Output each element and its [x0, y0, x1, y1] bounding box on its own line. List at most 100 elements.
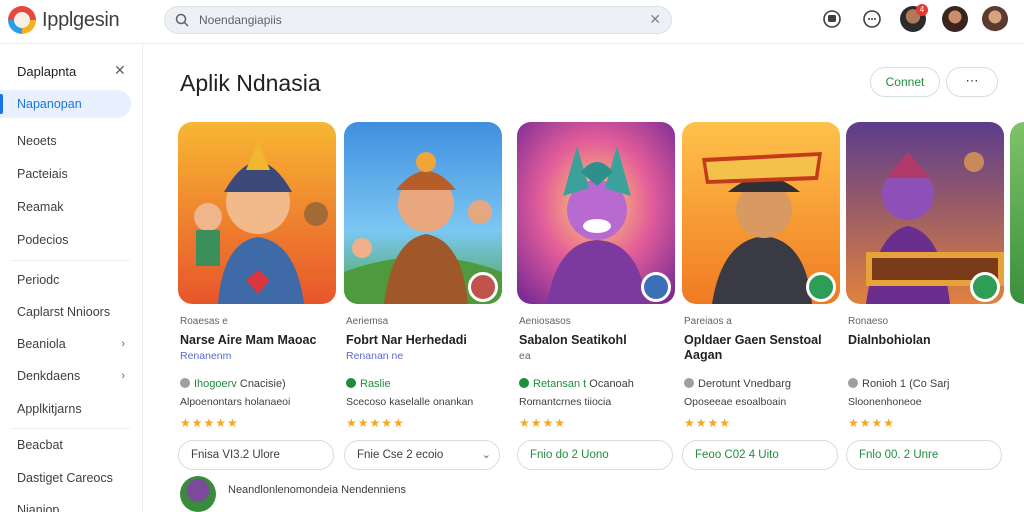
search-value: Noendangiapiis — [199, 13, 282, 27]
rating-stars: ★★★★ — [519, 416, 567, 430]
app-thumbnail-partial[interactable] — [1010, 122, 1024, 304]
sidebar-item-label: Neoets — [17, 134, 57, 148]
sidebar-item-reamak[interactable]: Reamak — [0, 193, 131, 221]
sidebar-item-pacteiais[interactable]: Pacteiais — [0, 160, 131, 188]
sidebar-item-applkitjarns[interactable]: Applkitjarns — [0, 395, 131, 423]
sidebar-divider — [12, 260, 130, 261]
app-developer: Roaesas e — [180, 316, 228, 327]
user-avatar-3[interactable] — [982, 6, 1008, 32]
rating-stars: ★★★★★ — [180, 416, 239, 430]
chat-icon[interactable] — [862, 9, 882, 29]
connect-button[interactable]: Connet — [870, 67, 940, 97]
sidebar-divider — [12, 428, 130, 429]
category-icon — [519, 378, 529, 388]
app-category: Ihogoerv Cnacisie) — [180, 378, 286, 390]
sidebar-item-beaniola[interactable]: Beaniola › — [0, 330, 131, 358]
app-name: Ipplgesin — [42, 9, 120, 31]
app-card[interactable]: Ronaeso Dialnbohiolan Ronioh 1 (Co Sarj … — [846, 120, 1004, 470]
sidebar-item-label: Denkdaens — [17, 369, 81, 383]
install-button[interactable]: Fnio do 2 Uono — [517, 440, 673, 470]
sidebar-item-neoets[interactable]: Neoets — [0, 127, 131, 155]
app-title[interactable]: Narse Aire Mam Maoac — [180, 333, 334, 348]
clear-icon[interactable]: ✕ — [649, 11, 661, 28]
sidebar-item-denkdaens[interactable]: Denkdaens › — [0, 362, 131, 390]
page-title: Aplik Ndnasia — [180, 70, 321, 96]
main-content: Aplik Ndnasia Connet ⋯ Roaesas e Narse A… — [144, 44, 1024, 512]
footer-caption: Neandlonlenomondeia Nendenniens — [228, 484, 406, 496]
app-category: Retansan t Ocanoah — [519, 378, 634, 390]
rating-stars: ★★★★★ — [346, 416, 405, 430]
game-badge-icon — [468, 272, 498, 302]
game-badge-icon — [641, 272, 671, 302]
app-description: Alpoenontars holanaeoi — [180, 396, 291, 408]
search-icon — [175, 13, 189, 27]
sidebar-item-beacbat[interactable]: Beacbat — [0, 431, 131, 459]
category-icon — [180, 378, 190, 388]
user-avatar-2[interactable] — [942, 6, 968, 32]
app-thumbnail[interactable] — [178, 122, 336, 304]
sidebar-item-label: Pacteiais — [17, 167, 68, 181]
app-category: Raslie — [346, 378, 391, 390]
app-description: Oposeeae esoalboain — [684, 396, 787, 408]
app-description: Scecoso kaselalle onankan — [346, 396, 474, 408]
category-icon — [848, 378, 858, 388]
sidebar-item-podecios[interactable]: Podecios — [0, 226, 131, 254]
app-developer: Aeriemsa — [346, 316, 389, 327]
sidebar-heading: Daplapnta — [17, 64, 77, 79]
chevron-down-icon: ⌄ — [481, 449, 491, 461]
app-description: Romantcrnes tiiocia — [519, 396, 612, 408]
app-card[interactable]: Pareiaos a Opldaer Gaen Senstoal Aagan D… — [682, 120, 840, 470]
app-subtitle: ea — [519, 350, 531, 362]
sidebar-item-napanopan[interactable]: Napanopan — [0, 90, 131, 118]
app-developer: Ronaeso — [848, 316, 889, 327]
app-developer: Aeniosasos — [519, 316, 571, 327]
app-category: Ronioh 1 (Co Sarj — [848, 378, 949, 390]
sidebar-item-label: Periodc — [17, 273, 60, 287]
app-developer: Pareiaos a — [684, 316, 732, 327]
sidebar-item-label: Applkitjarns — [17, 402, 82, 416]
sidebar-item-label: Beacbat — [17, 438, 63, 452]
sidebar-item-dastiget[interactable]: Dastiget Careocs — [0, 464, 131, 492]
category-icon — [346, 378, 356, 388]
search-input[interactable]: Noendangiapiis ✕ — [164, 6, 672, 34]
app-card[interactable]: Roaesas e Narse Aire Mam Maoac Renanenm … — [178, 120, 336, 470]
sidebar-item-caplarst[interactable]: Caplarst Nnioors — [0, 298, 131, 326]
install-button[interactable]: Feoo C02 4 Uito — [682, 440, 838, 470]
notification-badge: 4 — [916, 4, 928, 16]
sidebar-item-label: Nianiop — [17, 503, 60, 512]
chevron-right-icon: › — [121, 338, 125, 350]
sidebar-item-label: Beaniola — [17, 337, 66, 351]
app-logo[interactable] — [8, 6, 36, 34]
sidebar-item-nianiop[interactable]: Nianiop — [0, 496, 131, 512]
app-category: Derotunt Vnedbarg — [684, 378, 791, 390]
close-icon[interactable]: ✕ — [114, 62, 126, 79]
app-subtitle: Renanenm — [180, 350, 232, 362]
sidebar-item-label: Dastiget Careocs — [17, 471, 113, 485]
more-options-button[interactable]: ⋯ — [946, 67, 998, 97]
app-title[interactable]: Fobrt Nar Herhedadi — [346, 333, 500, 348]
app-title[interactable]: Sabalon Seatikohl — [519, 333, 673, 348]
app-card[interactable]: Aeniosasos Sabalon Seatikohl ea Retansan… — [517, 120, 675, 470]
rating-stars: ★★★★ — [684, 416, 732, 430]
sidebar-item-periodc[interactable]: Periodc — [0, 266, 131, 294]
rating-stars: ★★★★ — [848, 416, 896, 430]
top-bar: Ipplgesin Noendangiapiis ✕ 4 — [0, 0, 1024, 44]
sidebar-item-label: Reamak — [17, 200, 64, 214]
user-avatar[interactable] — [180, 476, 216, 512]
install-button[interactable]: Fnie Cse 2 ecoio ⌄ — [344, 440, 500, 470]
app-subtitle: Renanan ne — [346, 350, 404, 362]
install-button[interactable]: Fnisa VI3.2 Ulore — [178, 440, 334, 470]
game-badge-icon — [970, 272, 1000, 302]
app-card[interactable]: Aeriemsa Fobrt Nar Herhedadi Renanan ne … — [344, 120, 502, 470]
sidebar: Daplapnta ✕ Napanopan Neoets Pacteiais R… — [0, 44, 143, 512]
game-badge-icon — [806, 272, 836, 302]
category-icon — [684, 378, 694, 388]
sidebar-item-label: Podecios — [17, 233, 69, 247]
sidebar-item-label: Napanopan — [17, 97, 82, 111]
install-button[interactable]: Fnlo 00. 2 Unre — [846, 440, 1002, 470]
notifications-icon[interactable] — [822, 9, 842, 29]
chevron-right-icon: › — [121, 370, 125, 382]
sidebar-item-label: Caplarst Nnioors — [17, 305, 111, 319]
app-title[interactable]: Dialnbohiolan — [848, 333, 1002, 348]
app-title[interactable]: Opldaer Gaen Senstoal Aagan — [684, 333, 838, 363]
